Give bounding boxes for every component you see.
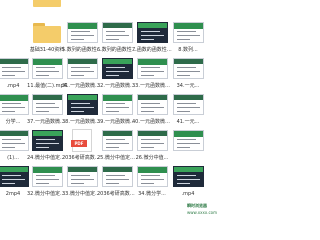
file-item[interactable] xyxy=(27,0,67,20)
file-item[interactable]: 26.微分中值... xyxy=(132,128,172,164)
file-row: (1)...24.微分中值定理(2)...PDF2036考研高数基础...25.… xyxy=(0,128,218,164)
video-thumbnail xyxy=(102,58,133,79)
file-name xyxy=(27,9,67,19)
file-item[interactable]: 25.微分中值定理(2)... xyxy=(97,128,137,164)
file-name: 25.微分中值定理(2)... xyxy=(97,155,137,161)
file-item[interactable]: 32.一元函数微分学... xyxy=(97,56,137,92)
pdf-file-icon: PDF xyxy=(71,129,92,152)
file-item[interactable]: 32.微分中值定理(1)... xyxy=(27,164,67,200)
file-name: 32.一元函数微分学... xyxy=(97,83,137,89)
folder-icon xyxy=(33,0,61,7)
file-item[interactable]: 2036考研高数基础... xyxy=(97,164,137,200)
file-item[interactable]: 34.一元... xyxy=(168,56,208,92)
file-name: 基础31-40资料 xyxy=(29,47,65,53)
file-name: 33.微分中值定理(2)... xyxy=(62,191,102,197)
video-thumbnail xyxy=(102,166,133,187)
file-name: 8.数列... xyxy=(178,47,198,53)
file-item[interactable]: 5.数列的函数性质... xyxy=(62,20,102,56)
video-thumbnail xyxy=(137,94,168,115)
video-thumbnail xyxy=(67,166,98,187)
video-thumbnail xyxy=(173,94,204,115)
file-item[interactable]: 7.函数的函数性质... xyxy=(132,20,172,56)
file-item[interactable]: 41.一元... xyxy=(168,92,208,128)
video-thumbnail xyxy=(137,58,168,79)
video-thumbnail xyxy=(137,130,168,151)
video-thumbnail xyxy=(32,58,63,79)
file-item[interactable]: 33.微分中值定理(2)... xyxy=(62,164,102,200)
file-row: 基础31-40资料5.数列的函数性质...6.数列的函数性质...7.函数的函数… xyxy=(0,20,218,56)
file-item[interactable] xyxy=(168,128,208,164)
file-item[interactable]: 37.一元函数微分学... xyxy=(27,92,67,128)
file-name: 5.数列的函数性质... xyxy=(62,47,102,53)
file-item[interactable]: 11.最值(二).mp4 xyxy=(27,56,67,92)
file-name: 7.函数的函数性质... xyxy=(132,47,172,53)
video-thumbnail xyxy=(0,58,29,79)
file-item[interactable]: 33.一元函数微分学... xyxy=(132,56,172,92)
file-item[interactable]: 39.一元函数微分学... xyxy=(97,92,137,128)
video-thumbnail xyxy=(67,94,98,115)
file-item[interactable]: .mp4 xyxy=(168,164,208,200)
file-name: 11.最值(二).mp4 xyxy=(27,83,67,89)
video-thumbnail xyxy=(0,94,29,115)
file-name: 33.一元函数微分学... xyxy=(132,83,172,89)
file-row: 2mp432.微分中值定理(1)...33.微分中值定理(2)...2036考研… xyxy=(0,164,218,200)
video-thumbnail xyxy=(102,130,133,151)
video-thumbnail xyxy=(137,22,168,43)
file-item[interactable]: 31.一元函数微分学... xyxy=(62,56,102,92)
file-item[interactable]: 38.一元函数微分学... xyxy=(62,92,102,128)
file-item[interactable]: 24.微分中值定理(2)... xyxy=(27,128,67,164)
video-thumbnail xyxy=(102,22,133,43)
file-item[interactable]: 基础31-40资料 xyxy=(27,20,67,56)
file-item[interactable]: 40.一元函数微分学... xyxy=(132,92,172,128)
file-name: 6.数列的函数性质... xyxy=(97,47,137,53)
watermark-url: www.xxxx.com xyxy=(187,210,218,215)
file-item xyxy=(132,0,172,20)
file-name: 24.微分中值定理(2)... xyxy=(27,155,67,161)
file-name: 31.一元函数微分学... xyxy=(62,83,102,89)
file-name: 34.微分学... xyxy=(138,191,166,197)
video-thumbnail xyxy=(173,22,204,43)
file-item xyxy=(97,0,137,20)
file-item xyxy=(168,0,208,20)
video-thumbnail xyxy=(0,130,29,151)
file-name: 2036考研高数基础... xyxy=(62,155,102,161)
file-name: 26.微分中值... xyxy=(135,155,169,161)
file-item[interactable]: 6.数列的函数性质... xyxy=(97,20,137,56)
file-grid: 基础31-40资料5.数列的函数性质...6.数列的函数性质...7.函数的函数… xyxy=(0,0,218,218)
video-thumbnail xyxy=(173,58,204,79)
file-name: 37.一元函数微分学... xyxy=(27,119,67,125)
video-thumbnail xyxy=(32,166,63,187)
video-thumbnail xyxy=(0,166,29,187)
file-item[interactable]: 8.数列... xyxy=(168,20,208,56)
video-thumbnail xyxy=(173,166,204,187)
file-name: 2036考研高数基础... xyxy=(97,191,137,197)
video-thumbnail xyxy=(32,130,63,151)
file-name: .mp4 xyxy=(181,191,195,197)
file-name: 39.一元函数微分学... xyxy=(97,119,137,125)
video-thumbnail xyxy=(32,94,63,115)
file-name: 41.一元... xyxy=(176,119,200,125)
video-thumbnail xyxy=(173,130,204,151)
file-row: 分学...37.一元函数微分学...38.一元函数微分学...39.一元函数微分… xyxy=(0,92,218,128)
file-item xyxy=(62,0,102,20)
video-thumbnail xyxy=(67,22,98,43)
video-thumbnail xyxy=(102,94,133,115)
file-row xyxy=(0,0,218,20)
file-name: 32.微分中值定理(1)... xyxy=(27,191,67,197)
file-name: 38.一元函数微分学... xyxy=(62,119,102,125)
file-item[interactable]: PDF 2036考研高数基础... xyxy=(62,128,102,164)
video-thumbnail xyxy=(67,58,98,79)
watermark-title: 瞬时浏览器 xyxy=(187,203,207,208)
folder-icon xyxy=(33,23,61,43)
file-name xyxy=(168,153,208,163)
file-name: 34.一元... xyxy=(176,83,200,89)
video-thumbnail xyxy=(137,166,168,187)
file-name: 40.一元函数微分学... xyxy=(132,119,172,125)
file-item[interactable]: 34.微分学... xyxy=(132,164,172,200)
watermark-logo: 瞬时浏览器 www.xxxx.com xyxy=(187,203,217,217)
pdf-badge: PDF xyxy=(71,140,87,147)
file-row: .mp411.最值(二).mp431.一元函数微分学...32.一元函数微分学.… xyxy=(0,56,218,92)
